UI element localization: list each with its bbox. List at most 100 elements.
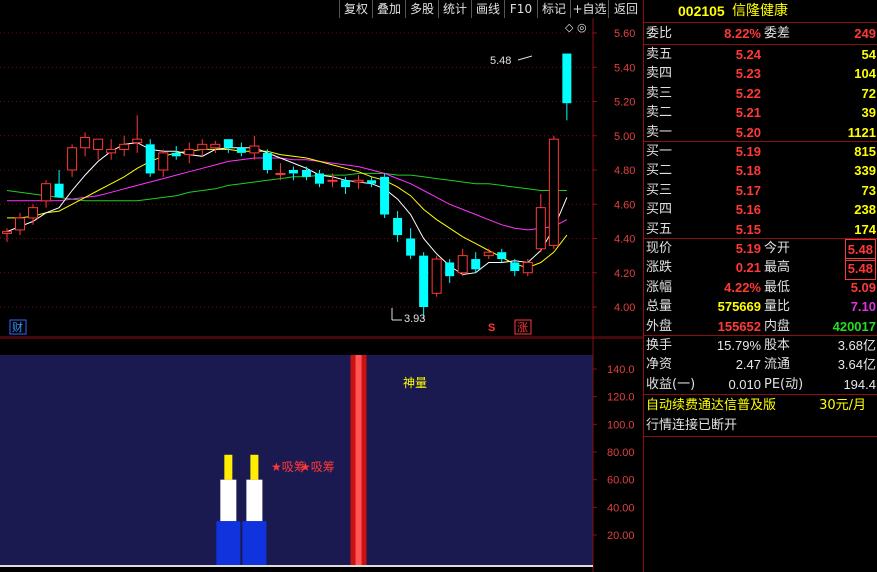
bid-row[interactable]: 买五 5.15 174 [644, 220, 877, 240]
candle-body-down [262, 152, 272, 170]
toolbar-button-3[interactable]: 统计 [438, 0, 471, 18]
ask-price[interactable]: 5.22 [736, 84, 761, 104]
candle-body-down [497, 252, 507, 260]
candle[interactable] [419, 252, 429, 319]
candle[interactable] [119, 135, 130, 157]
candle[interactable] [158, 149, 169, 177]
bid-price[interactable]: 5.16 [736, 200, 761, 220]
candle[interactable] [171, 146, 181, 160]
candle[interactable] [28, 204, 39, 225]
candle-body-up [431, 258, 442, 294]
candle-body-down [510, 262, 520, 272]
candle[interactable] [535, 193, 546, 253]
kline-chart[interactable]: 5.60 5.40 5.20 5.00 4.80 4.60 4.40 4.20 4.00 5.4… [0, 18, 643, 338]
ad-row[interactable]: 自动续费通达信普及版 30元/月 [644, 396, 877, 416]
limit-up-marker-icon[interactable]: 涨 [517, 321, 528, 334]
pe-label: PE(动) [764, 376, 804, 392]
toolbar-button-2[interactable]: 多股 [405, 0, 438, 18]
candle[interactable] [93, 138, 104, 160]
ask-row[interactable]: 卖五 5.24 54 [644, 45, 877, 65]
ask-row[interactable]: 卖一 5.20 1121 [644, 123, 877, 143]
candle[interactable] [67, 144, 78, 177]
candle[interactable] [197, 139, 208, 157]
ask-row[interactable]: 卖三 5.22 72 [644, 84, 877, 104]
bid-row[interactable]: 买四 5.16 238 [644, 200, 877, 220]
toolbar-button-7[interactable]: +自选 [570, 0, 608, 18]
ask-volume: 72 [861, 85, 876, 101]
candle[interactable] [445, 259, 455, 284]
bid-price[interactable]: 5.15 [736, 220, 761, 240]
candle[interactable] [497, 248, 507, 263]
toolbar-button-4[interactable]: 画线 [471, 0, 504, 18]
candle-body-down [54, 183, 64, 198]
shouyi-label: 收益(一) [646, 376, 696, 392]
xichou-blue-segment [216, 521, 241, 565]
candle[interactable] [353, 175, 364, 189]
candle[interactable] [132, 115, 143, 153]
candle[interactable] [380, 173, 390, 218]
candle-body-up [275, 172, 286, 175]
price-tick-label: 4.00 [614, 302, 635, 314]
candle[interactable] [41, 180, 52, 208]
ad-text[interactable]: 自动续费通达信普及版 [646, 396, 776, 416]
candle-body-up [548, 138, 559, 246]
ask-row[interactable]: 卖四 5.23 104 [644, 64, 877, 84]
toolbar-button-5[interactable]: F10 [504, 0, 537, 18]
candle[interactable] [249, 135, 260, 160]
fund-row-jingzi: 净资 2.47 流通 3.64亿 [644, 355, 877, 375]
candle[interactable] [562, 53, 572, 121]
weicha-value: 249 [854, 26, 876, 41]
candle[interactable] [184, 142, 195, 164]
candle[interactable] [314, 170, 324, 188]
candle[interactable] [367, 176, 377, 188]
bid-row[interactable]: 买一 5.19 815 [644, 142, 877, 162]
toolbar-button-6[interactable]: 标记 [537, 0, 570, 18]
bid-price[interactable]: 5.17 [736, 181, 761, 201]
ask-price[interactable]: 5.20 [736, 123, 761, 143]
toolbar-button-1[interactable]: 叠加 [372, 0, 405, 18]
chart-settings-icon[interactable]: ◇ ◎ [565, 21, 587, 34]
stock-name[interactable]: 信隆健康 [732, 0, 788, 22]
candle-body-up [522, 261, 533, 274]
price-tick-label: 4.80 [614, 165, 635, 177]
candle[interactable] [288, 166, 298, 181]
bid-price[interactable]: 5.18 [736, 161, 761, 181]
candle[interactable] [236, 142, 246, 157]
toolbar-button-0[interactable]: 复权 [339, 0, 372, 18]
candle-body-up [457, 255, 468, 274]
candle[interactable] [223, 139, 233, 153]
zuigao-value: 5.48 [844, 258, 876, 280]
stock-code[interactable]: 002105 [678, 0, 725, 22]
candle-body-up [184, 148, 195, 156]
ask-label: 卖一 [646, 124, 673, 140]
candle[interactable] [406, 228, 416, 260]
bid-row[interactable]: 买二 5.18 339 [644, 161, 877, 181]
candle[interactable] [431, 255, 442, 297]
candle[interactable] [145, 139, 155, 177]
bid-volume: 174 [854, 221, 876, 237]
indicator-chart[interactable]: 140.0 120.0 100.0 80.00 60.00 40.00 20.00 神量 ★… [0, 338, 643, 572]
candle[interactable] [301, 166, 311, 181]
candle[interactable] [548, 135, 559, 249]
zhangdie-label: 涨跌 [646, 260, 673, 276]
candle[interactable] [483, 248, 494, 260]
shenliang-bar[interactable] [350, 355, 367, 565]
ask-row[interactable]: 卖二 5.21 39 [644, 103, 877, 123]
price-tick-label: 5.20 [614, 97, 635, 109]
finance-marker-icon[interactable]: 财 [12, 320, 23, 334]
bid-price[interactable]: 5.19 [736, 142, 761, 162]
toolbar-button-8[interactable]: 返回 [608, 0, 643, 18]
ask-price[interactable]: 5.23 [736, 64, 761, 84]
candle[interactable] [106, 139, 117, 160]
signal-s-marker[interactable]: S [488, 322, 495, 334]
candle-body-down [562, 53, 572, 104]
candle[interactable] [393, 211, 403, 242]
bid-row[interactable]: 买三 5.17 73 [644, 181, 877, 201]
candle[interactable] [54, 170, 64, 198]
candle[interactable] [15, 212, 26, 236]
candle[interactable] [457, 248, 468, 277]
ask-price[interactable]: 5.24 [736, 45, 761, 65]
candle[interactable] [262, 149, 272, 174]
ask-price[interactable]: 5.21 [736, 103, 761, 123]
ad-price[interactable]: 30元/月 [819, 396, 866, 416]
